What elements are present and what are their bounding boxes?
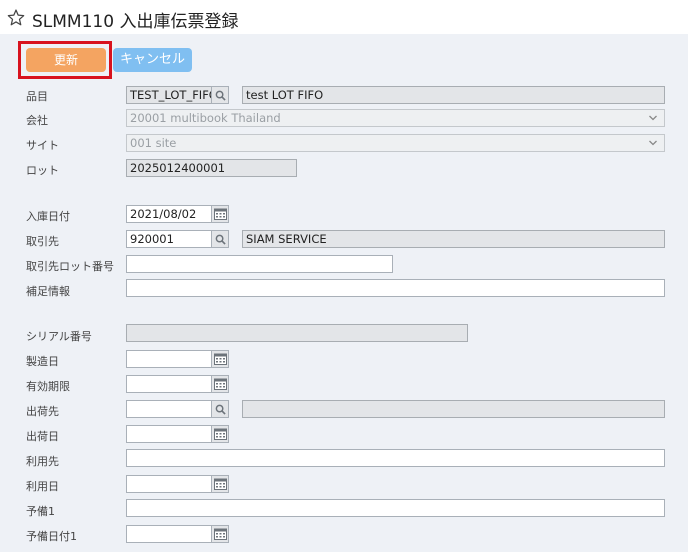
ship-date-input[interactable] xyxy=(126,425,212,443)
use-dest-input[interactable] xyxy=(126,449,665,467)
company-label: 会社 xyxy=(26,114,48,127)
ship-to-label: 出荷先 xyxy=(26,405,59,418)
ship-date-label: 出荷日 xyxy=(26,430,59,443)
ship-date-calendar-button[interactable] xyxy=(211,425,229,443)
ship-to-name-field xyxy=(242,400,665,418)
mfg-date-calendar-button[interactable] xyxy=(211,350,229,368)
update-button[interactable]: 更新 xyxy=(26,48,106,72)
partner-lot-input[interactable] xyxy=(126,255,393,273)
receipt-date-calendar-button[interactable] xyxy=(211,205,229,223)
search-icon xyxy=(215,404,226,415)
star-icon[interactable] xyxy=(5,8,27,28)
receipt-date-input[interactable]: 2021/08/02 xyxy=(126,205,212,223)
chevron-down-icon xyxy=(649,140,657,146)
calendar-icon xyxy=(213,353,227,365)
item-name-field: test LOT FIFO xyxy=(242,86,665,104)
mfg-date-input[interactable] xyxy=(126,350,212,368)
expiry-calendar-button[interactable] xyxy=(211,375,229,393)
reserve-date1-calendar-button[interactable] xyxy=(211,525,229,543)
company-select-value: 20001 multibook Thailand xyxy=(130,111,281,125)
supplementary-input[interactable] xyxy=(126,279,665,297)
partner-name-field: SIAM SERVICE xyxy=(242,230,665,248)
serial-label: シリアル番号 xyxy=(26,330,92,343)
item-label: 品目 xyxy=(26,90,48,103)
expiry-input[interactable] xyxy=(126,375,212,393)
ship-to-search-button[interactable] xyxy=(211,400,229,418)
search-icon xyxy=(215,90,226,101)
reserve-date1-input[interactable] xyxy=(126,525,212,543)
partner-code-input[interactable]: 920001 xyxy=(126,230,212,248)
site-select-value: 001 site xyxy=(130,136,177,150)
partner-search-button[interactable] xyxy=(211,230,229,248)
reserve-date1-label: 予備日付1 xyxy=(26,530,77,543)
item-code-field[interactable]: TEST_LOT_FIFO xyxy=(126,86,212,104)
calendar-icon xyxy=(213,378,227,390)
use-date-label: 利用日 xyxy=(26,480,59,493)
ship-to-code-input[interactable] xyxy=(126,400,212,418)
calendar-icon xyxy=(213,428,227,440)
calendar-icon xyxy=(213,528,227,540)
expiry-label: 有効期限 xyxy=(26,380,70,393)
item-search-button[interactable] xyxy=(211,86,229,104)
partner-label: 取引先 xyxy=(26,235,59,248)
supplementary-label: 補足情報 xyxy=(26,285,70,298)
mfg-date-label: 製造日 xyxy=(26,355,59,368)
reserve1-label: 予備1 xyxy=(26,505,55,518)
company-select[interactable]: 20001 multibook Thailand xyxy=(126,109,665,127)
chevron-down-icon xyxy=(649,115,657,121)
use-dest-label: 利用先 xyxy=(26,455,59,468)
page-title: SLMM110 入出庫伝票登録 xyxy=(32,12,239,32)
partner-lot-label: 取引先ロット番号 xyxy=(26,260,114,273)
lot-label: ロット xyxy=(26,164,59,177)
serial-field xyxy=(126,324,468,342)
site-select[interactable]: 001 site xyxy=(126,134,665,152)
cancel-button[interactable]: キャンセル xyxy=(113,48,192,72)
calendar-icon xyxy=(213,478,227,490)
calendar-icon xyxy=(213,208,227,220)
reserve1-input[interactable] xyxy=(126,499,665,517)
lot-field: 2025012400001 xyxy=(126,159,297,177)
use-date-calendar-button[interactable] xyxy=(211,475,229,493)
use-date-input[interactable] xyxy=(126,475,212,493)
search-icon xyxy=(215,234,226,245)
site-label: サイト xyxy=(26,139,59,152)
receipt-date-label: 入庫日付 xyxy=(26,210,70,223)
page-header: SLMM110 入出庫伝票登録 xyxy=(0,0,688,34)
